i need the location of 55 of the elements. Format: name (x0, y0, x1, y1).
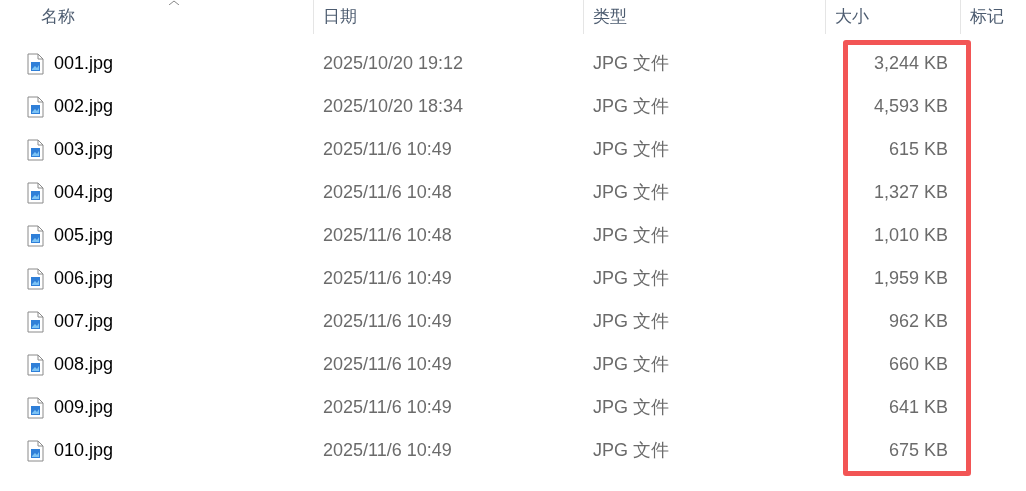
file-name[interactable]: 009.jpg (54, 394, 114, 421)
image-file-icon (27, 353, 44, 376)
file-size: 660 KB (888, 353, 948, 376)
file-type: JPG 文件 (593, 225, 669, 245)
file-type: JPG 文件 (593, 440, 669, 460)
file-size: 1,959 KB (873, 267, 948, 290)
image-file-icon (27, 224, 44, 247)
file-type: JPG 文件 (593, 354, 669, 374)
file-type: JPG 文件 (593, 397, 669, 417)
file-name[interactable]: 007.jpg (54, 308, 114, 335)
file-type: JPG 文件 (593, 96, 669, 116)
file-name[interactable]: 010.jpg (54, 437, 114, 464)
file-size: 4,593 KB (873, 95, 948, 118)
file-date: 2025/11/6 10:49 (323, 440, 452, 460)
image-file-icon (27, 138, 44, 161)
file-date: 2025/11/6 10:49 (323, 354, 452, 374)
column-header[interactable]: 标记 (970, 4, 1004, 30)
column-header[interactable]: 大小 (835, 4, 869, 30)
file-type: JPG 文件 (593, 182, 669, 202)
file-date: 2025/11/6 10:48 (323, 225, 452, 245)
image-file-icon (27, 310, 44, 333)
image-file-icon (27, 95, 44, 118)
file-size: 962 KB (888, 310, 948, 333)
file-name[interactable]: 003.jpg (54, 136, 114, 163)
image-file-icon (27, 439, 44, 462)
file-date: 2025/11/6 10:49 (323, 139, 452, 159)
file-size: 3,244 KB (873, 52, 948, 75)
image-file-icon (27, 181, 44, 204)
file-size: 641 KB (888, 396, 948, 419)
file-type: JPG 文件 (593, 139, 669, 159)
file-date: 2025/11/6 10:48 (323, 182, 452, 202)
file-type: JPG 文件 (593, 268, 669, 288)
file-name[interactable]: 002.jpg (54, 93, 114, 120)
file-type: JPG 文件 (593, 53, 669, 73)
image-file-icon (27, 52, 44, 75)
file-name[interactable]: 008.jpg (54, 351, 114, 378)
image-file-icon (27, 267, 44, 290)
column-header[interactable]: 类型 (593, 4, 627, 30)
file-name[interactable]: 006.jpg (54, 265, 114, 292)
file-date: 2025/10/20 19:12 (323, 53, 464, 73)
file-date: 2025/10/20 18:34 (323, 96, 464, 116)
column-header[interactable]: 名称 (41, 4, 75, 30)
file-size: 1,010 KB (873, 224, 948, 247)
file-size: 615 KB (888, 138, 948, 161)
file-name[interactable]: 005.jpg (54, 222, 114, 249)
file-name[interactable]: 004.jpg (54, 179, 114, 206)
file-name[interactable]: 001.jpg (54, 50, 114, 77)
column-header[interactable]: 日期 (323, 4, 357, 30)
file-size: 1,327 KB (873, 181, 948, 204)
file-size: 675 KB (888, 439, 948, 462)
file-type: JPG 文件 (593, 311, 669, 331)
file-date: 2025/11/6 10:49 (323, 311, 452, 331)
file-date: 2025/11/6 10:49 (323, 397, 452, 417)
image-file-icon (27, 396, 44, 419)
file-date: 2025/11/6 10:49 (323, 268, 452, 288)
